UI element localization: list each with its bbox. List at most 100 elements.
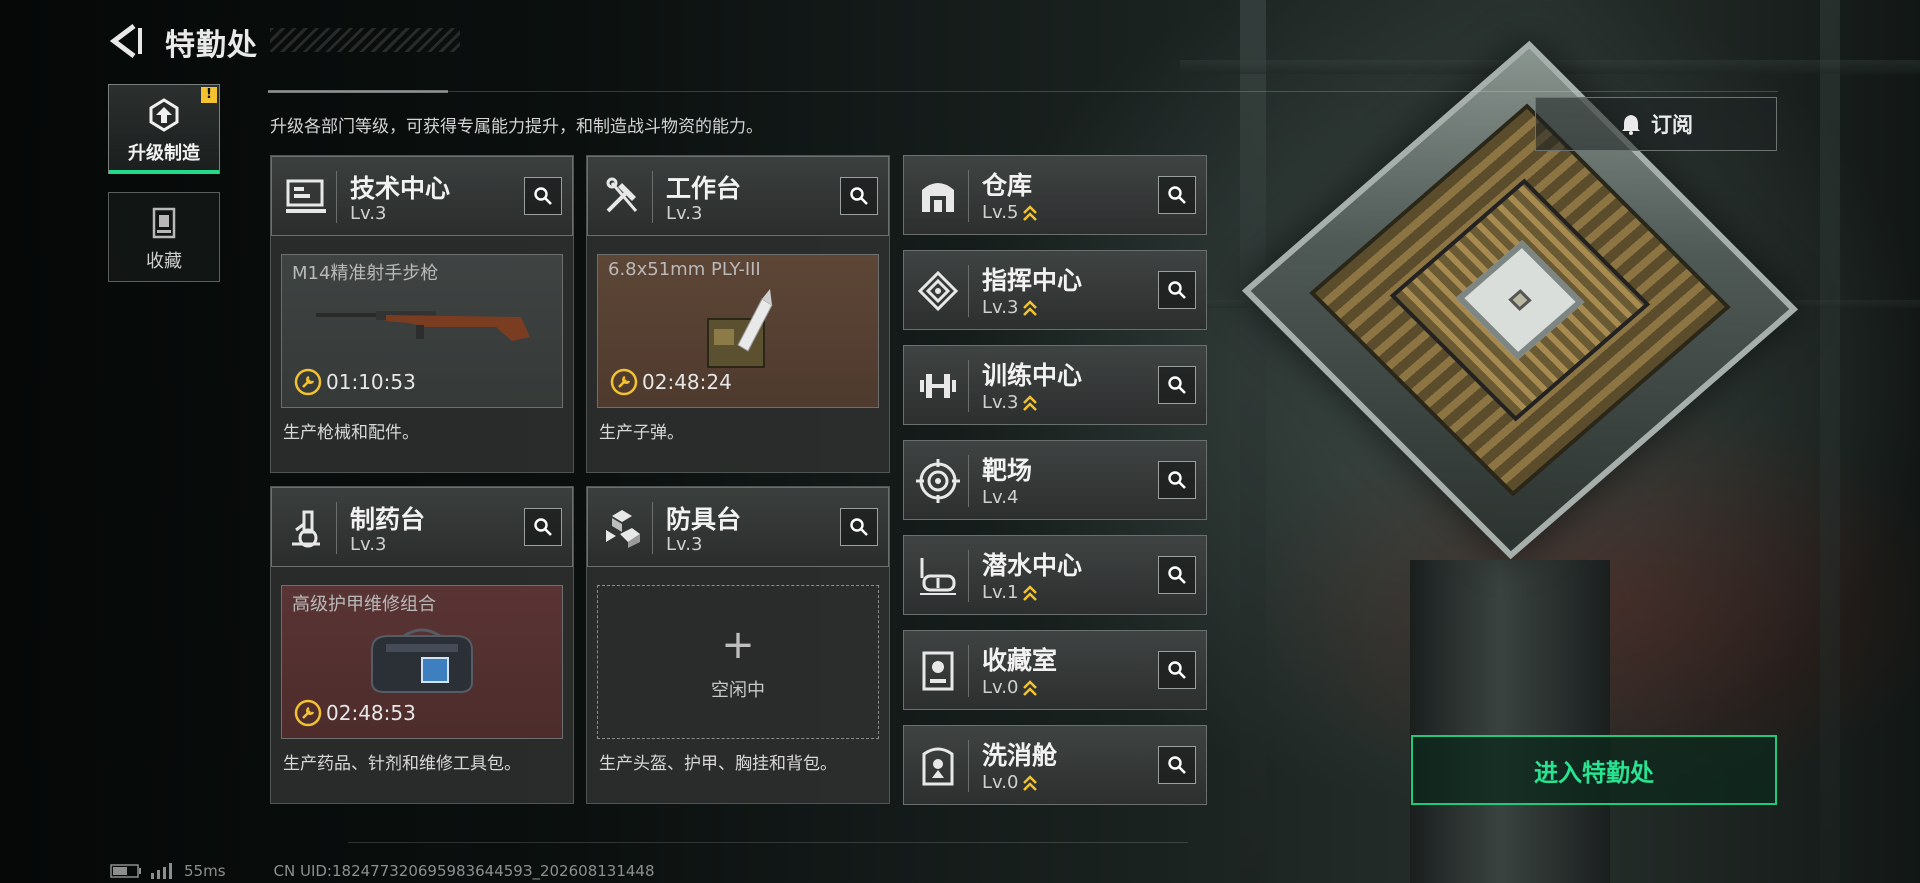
facility-name: 防具台 [666,505,742,534]
facility-row-command-center[interactable]: 指挥中心 Lv.3 [903,250,1207,330]
decon-chamber-icon [922,747,954,786]
page-subtitle: 升级各部门等级，可获得专属能力提升，和制造战斗物资的能力。 [270,117,763,137]
upgrade-chevron-icon [1023,299,1038,316]
facility-level: Lv.3 [666,534,703,555]
facility-name: 训练中心 [982,361,1083,390]
tools-icon [606,177,638,213]
enter-special-ops-button[interactable]: 进入特勤处 [1411,735,1777,805]
empty-production-slot[interactable]: + 空闲中 [597,585,879,739]
search-button[interactable] [524,177,562,215]
facility-name: 技术中心 [350,174,451,203]
facility-row-diving-center[interactable]: 潜水中心 Lv.1 [903,535,1207,615]
facility-row-training-center[interactable]: 训练中心 Lv.3 [903,345,1207,425]
facility-name: 靶场 [982,456,1033,485]
bell-icon [1622,115,1640,135]
diving-mask-icon [920,558,956,595]
search-icon [1168,186,1186,204]
nav-upgrade-craft[interactable]: ! 升级制造 [108,84,220,174]
facility-description: 生产头盔、护甲、胸挂和背包。 [599,754,837,774]
search-button[interactable] [1158,366,1196,404]
scene-beam [1820,0,1840,883]
ammo-box-image [707,289,773,368]
search-button[interactable] [1158,461,1196,499]
facility-name: 洗消舱 [982,741,1058,770]
uid-text: CN UID:18247732069598364459З_20260813144… [273,862,655,880]
facility-card-workbench: 工作台 Lv.3 6.8x51mm PLY-III 02:48:24 生产子弹。 [586,155,890,473]
production-timer: 02:48:53 [294,698,416,728]
computer-icon [286,179,326,213]
facility-level: Lv.0 [982,677,1038,698]
divider [268,90,1778,93]
search-icon [1168,756,1186,774]
facility-header[interactable]: 防具台 Lv.3 [587,487,889,567]
search-button[interactable] [1158,176,1196,214]
facility-level: Lv.3 [350,203,387,224]
facility-row-decon-chamber[interactable]: 洗消舱 Lv.0 [903,725,1207,805]
battery-icon [110,864,141,878]
nav-label: 升级制造 [128,143,200,164]
search-button[interactable] [840,508,878,546]
facility-description: 生产枪械和配件。 [283,423,419,443]
facility-name: 仓库 [982,171,1033,200]
back-button[interactable] [104,20,146,62]
upgrade-chevron-icon [1023,204,1038,221]
microscope-icon [292,510,320,548]
production-timer: 02:48:24 [610,367,732,397]
search-button[interactable] [1158,271,1196,309]
rifle-image [316,311,530,341]
facility-level: Lv.0 [982,772,1038,793]
search-icon [534,518,552,536]
search-icon [1168,376,1186,394]
production-slot[interactable]: M14精准射手步枪 01:10:53 [281,254,563,408]
facility-row-collection-room[interactable]: 收藏室 Lv.0 [903,630,1207,710]
alert-badge: ! [201,87,217,103]
search-icon [1168,471,1186,489]
facility-header[interactable]: 工作台 Lv.3 [587,156,889,236]
facility-level: Lv.5 [982,202,1038,223]
display-case-icon [922,651,954,691]
wrench-timer-icon [294,699,322,727]
facility-header[interactable]: 技术中心 Lv.3 [271,156,573,236]
facility-card-tech-center: 技术中心 Lv.3 M14精准射手步枪 01:10:53 生产枪械和配件。 [270,155,574,473]
search-icon [850,187,868,205]
upgrade-chevron-icon [1023,584,1038,601]
enter-label: 进入特勤处 [1534,758,1654,787]
facility-description: 生产药品、针剂和维修工具包。 [283,754,521,774]
search-button[interactable] [1158,746,1196,784]
command-chip-icon [917,270,959,312]
facility-description: 生产子弹。 [599,423,684,443]
upgrade-chevron-icon [1023,394,1038,411]
production-slot[interactable]: 高级护甲维修组合 02:48:53 [281,585,563,739]
search-button[interactable] [1158,556,1196,594]
search-icon [1168,566,1186,584]
warehouse-icon [922,183,954,212]
production-slot[interactable]: 6.8x51mm PLY-III 02:48:24 [597,254,879,408]
facility-level: Lv.4 [982,487,1019,508]
nav-collection[interactable]: 收藏 [108,192,220,282]
facility-name: 制药台 [350,505,426,534]
facility-row-warehouse[interactable]: 仓库 Lv.5 [903,155,1207,235]
facility-name: 工作台 [666,174,742,203]
facility-level: Lv.1 [982,582,1038,603]
idle-label: 空闲中 [711,680,765,701]
ping-text: 55ms [184,862,226,880]
facility-name: 指挥中心 [982,266,1083,295]
search-button[interactable] [524,508,562,546]
subscribe-button[interactable]: 订阅 [1535,97,1777,151]
facility-card-armor-bench: 防具台 Lv.3 + 空闲中 生产头盔、护甲、胸挂和背包。 [586,486,890,804]
search-icon [1168,661,1186,679]
facility-header[interactable]: 制药台 Lv.3 [271,487,573,567]
divider [348,842,1188,843]
facility-level: Lv.3 [982,297,1038,318]
facility-row-shooting-range[interactable]: 靶场 Lv.4 [903,440,1207,520]
facility-level: Lv.3 [982,392,1038,413]
search-button[interactable] [1158,651,1196,689]
search-icon [534,187,552,205]
facility-level: Lv.3 [350,534,387,555]
search-icon [1168,281,1186,299]
wrench-timer-icon [610,368,638,396]
search-button[interactable] [840,177,878,215]
upgrade-gear-icon [149,98,179,132]
upgrade-chevron-icon [1023,679,1038,696]
nav-label: 收藏 [146,251,182,272]
